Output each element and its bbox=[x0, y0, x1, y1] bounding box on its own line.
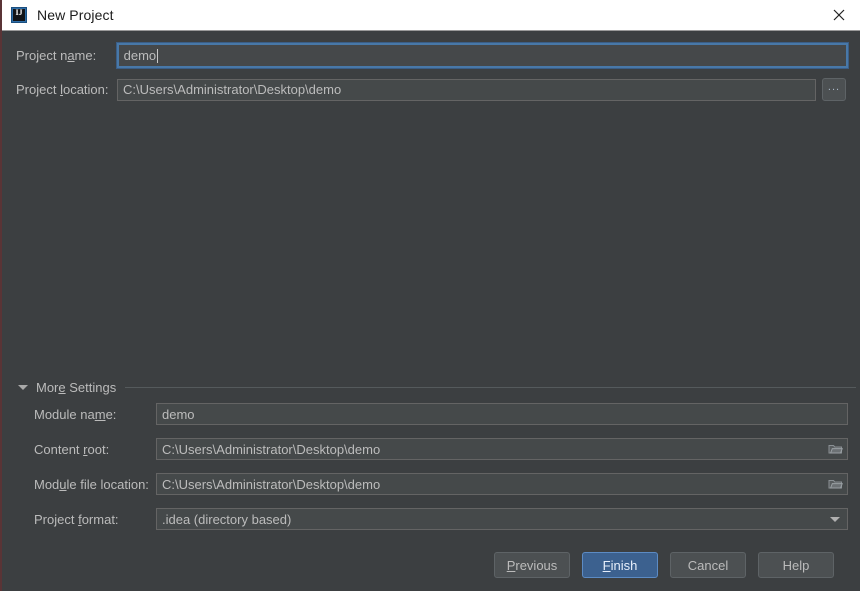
content-root-row: Content root: C:\Users\Administrator\Des… bbox=[34, 438, 848, 460]
project-name-value: demo bbox=[123, 48, 157, 63]
project-format-select[interactable]: .idea (directory based) bbox=[156, 508, 848, 530]
module-name-row: Module name: demo bbox=[34, 403, 848, 425]
close-icon[interactable] bbox=[816, 0, 860, 30]
content-root-value: C:\Users\Administrator\Desktop\demo bbox=[162, 441, 381, 457]
help-button[interactable]: Help bbox=[758, 552, 834, 578]
project-name-row: Project name: demo bbox=[16, 42, 850, 69]
project-format-value: .idea (directory based) bbox=[162, 511, 292, 527]
module-name-input[interactable]: demo bbox=[156, 403, 848, 425]
project-name-input[interactable]: demo bbox=[115, 42, 850, 69]
title-bar: IJ New Project bbox=[2, 0, 860, 31]
content-root-label: Content root: bbox=[34, 441, 110, 457]
project-location-label: Project location: bbox=[16, 82, 109, 97]
section-divider bbox=[125, 386, 856, 388]
more-settings-toggle[interactable]: More Settings bbox=[18, 379, 856, 395]
project-format-row: Project format: .idea (directory based) bbox=[34, 508, 848, 530]
new-project-dialog: IJ New Project Project name: demo Projec… bbox=[0, 0, 860, 591]
previous-button[interactable]: Previous bbox=[494, 552, 570, 578]
module-name-label: Module name: bbox=[34, 406, 117, 422]
more-settings-label: More Settings bbox=[36, 379, 117, 395]
module-file-location-value: C:\Users\Administrator\Desktop\demo bbox=[162, 476, 381, 492]
window-title: New Project bbox=[37, 7, 114, 23]
module-file-location-input[interactable]: C:\Users\Administrator\Desktop\demo bbox=[156, 473, 848, 495]
module-file-location-label: Module file location: bbox=[34, 476, 149, 492]
dialog-button-bar: Previous Finish Cancel Help bbox=[2, 552, 848, 578]
project-location-value: C:\Users\Administrator\Desktop\demo bbox=[123, 82, 342, 97]
cancel-button[interactable]: Cancel bbox=[670, 552, 746, 578]
folder-icon[interactable] bbox=[828, 478, 843, 490]
module-file-location-row: Module file location: C:\Users\Administr… bbox=[34, 473, 848, 495]
text-caret bbox=[157, 48, 159, 63]
chevron-down-icon bbox=[830, 517, 840, 522]
project-name-label: Project name: bbox=[16, 48, 97, 63]
intellij-idea-icon: IJ bbox=[11, 7, 27, 23]
content-root-input[interactable]: C:\Users\Administrator\Desktop\demo bbox=[156, 438, 848, 460]
project-location-input[interactable]: C:\Users\Administrator\Desktop\demo bbox=[117, 78, 816, 101]
module-name-value: demo bbox=[162, 406, 195, 422]
finish-button[interactable]: Finish bbox=[582, 552, 658, 578]
folder-icon[interactable] bbox=[828, 443, 843, 455]
project-location-row: Project location: C:\Users\Administrator… bbox=[16, 78, 848, 101]
project-format-label: Project format: bbox=[34, 511, 119, 527]
chevron-down-icon bbox=[18, 384, 28, 390]
browse-button[interactable]: ... bbox=[822, 78, 846, 101]
